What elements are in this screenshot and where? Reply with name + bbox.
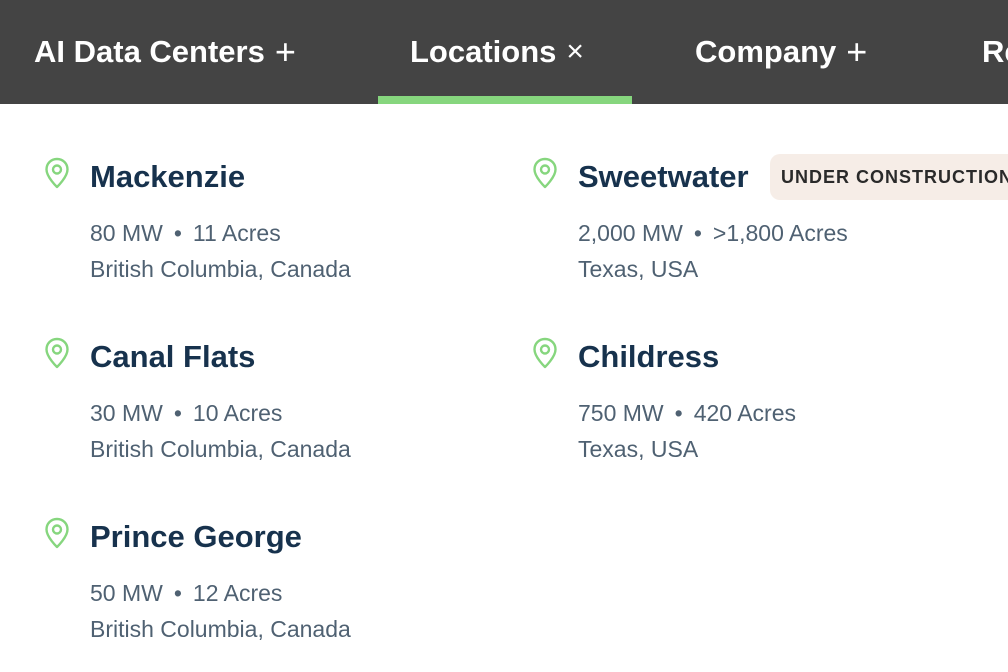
nav-item-label: AI Data Centers bbox=[34, 34, 265, 69]
capacity: 30 MW bbox=[90, 400, 163, 426]
location-specs: 30 MW • 10 Acres bbox=[90, 399, 282, 427]
plus-icon: + bbox=[274, 31, 296, 72]
location-region: British Columbia, Canada bbox=[90, 616, 351, 642]
location-name[interactable]: Prince George bbox=[90, 517, 302, 557]
location-name[interactable]: Childress bbox=[578, 337, 719, 377]
location-specs: 80 MW • 11 Acres bbox=[90, 219, 281, 247]
area: 11 Acres bbox=[192, 220, 281, 246]
active-tab-underline bbox=[378, 96, 632, 104]
map-pin-icon bbox=[533, 337, 557, 369]
capacity: 750 MW bbox=[578, 400, 664, 426]
separator-dot: • bbox=[674, 400, 683, 426]
nav-item-truncated[interactable]: Re bbox=[982, 0, 1008, 104]
nav-item-company[interactable]: Company + bbox=[695, 0, 867, 104]
map-pin-icon bbox=[45, 157, 69, 189]
location-region: British Columbia, Canada bbox=[90, 436, 351, 462]
nav-item-label: Re bbox=[982, 34, 1008, 69]
capacity: 50 MW bbox=[90, 580, 163, 606]
map-pin-icon bbox=[533, 157, 557, 189]
plus-icon: + bbox=[846, 31, 868, 72]
map-pin-icon bbox=[45, 517, 69, 549]
capacity: 80 MW bbox=[90, 220, 163, 246]
map-pin-icon bbox=[45, 337, 69, 369]
area: 12 Acres bbox=[192, 580, 283, 606]
location-specs: 50 MW • 12 Acres bbox=[90, 579, 282, 607]
area: >1,800 Acres bbox=[712, 220, 848, 246]
separator-dot: • bbox=[173, 580, 182, 606]
separator-dot: • bbox=[173, 220, 182, 246]
location-region: Texas, USA bbox=[578, 256, 699, 282]
location-name[interactable]: Sweetwater bbox=[578, 157, 749, 197]
location-name[interactable]: Canal Flats bbox=[90, 337, 255, 377]
status-badge: UNDER CONSTRUCTION bbox=[770, 154, 1008, 200]
nav-item-locations[interactable]: Locations × bbox=[410, 0, 584, 104]
location-specs: 2,000 MW • >1,800 Acres bbox=[578, 219, 848, 247]
nav-item-ai-data-centers[interactable]: AI Data Centers + bbox=[34, 0, 296, 104]
area: 10 Acres bbox=[192, 400, 283, 426]
top-navigation-bar: AI Data Centers + Locations × Company + … bbox=[0, 0, 1008, 104]
separator-dot: • bbox=[693, 220, 702, 246]
close-icon: × bbox=[566, 35, 584, 68]
location-name[interactable]: Mackenzie bbox=[90, 157, 245, 197]
capacity: 2,000 MW bbox=[578, 220, 683, 246]
nav-item-label: Company bbox=[695, 34, 837, 69]
location-specs: 750 MW • 420 Acres bbox=[578, 399, 796, 427]
nav-item-label: Locations bbox=[410, 34, 557, 69]
separator-dot: • bbox=[173, 400, 182, 426]
location-region: British Columbia, Canada bbox=[90, 256, 351, 282]
area: 420 Acres bbox=[693, 400, 796, 426]
location-region: Texas, USA bbox=[578, 436, 699, 462]
